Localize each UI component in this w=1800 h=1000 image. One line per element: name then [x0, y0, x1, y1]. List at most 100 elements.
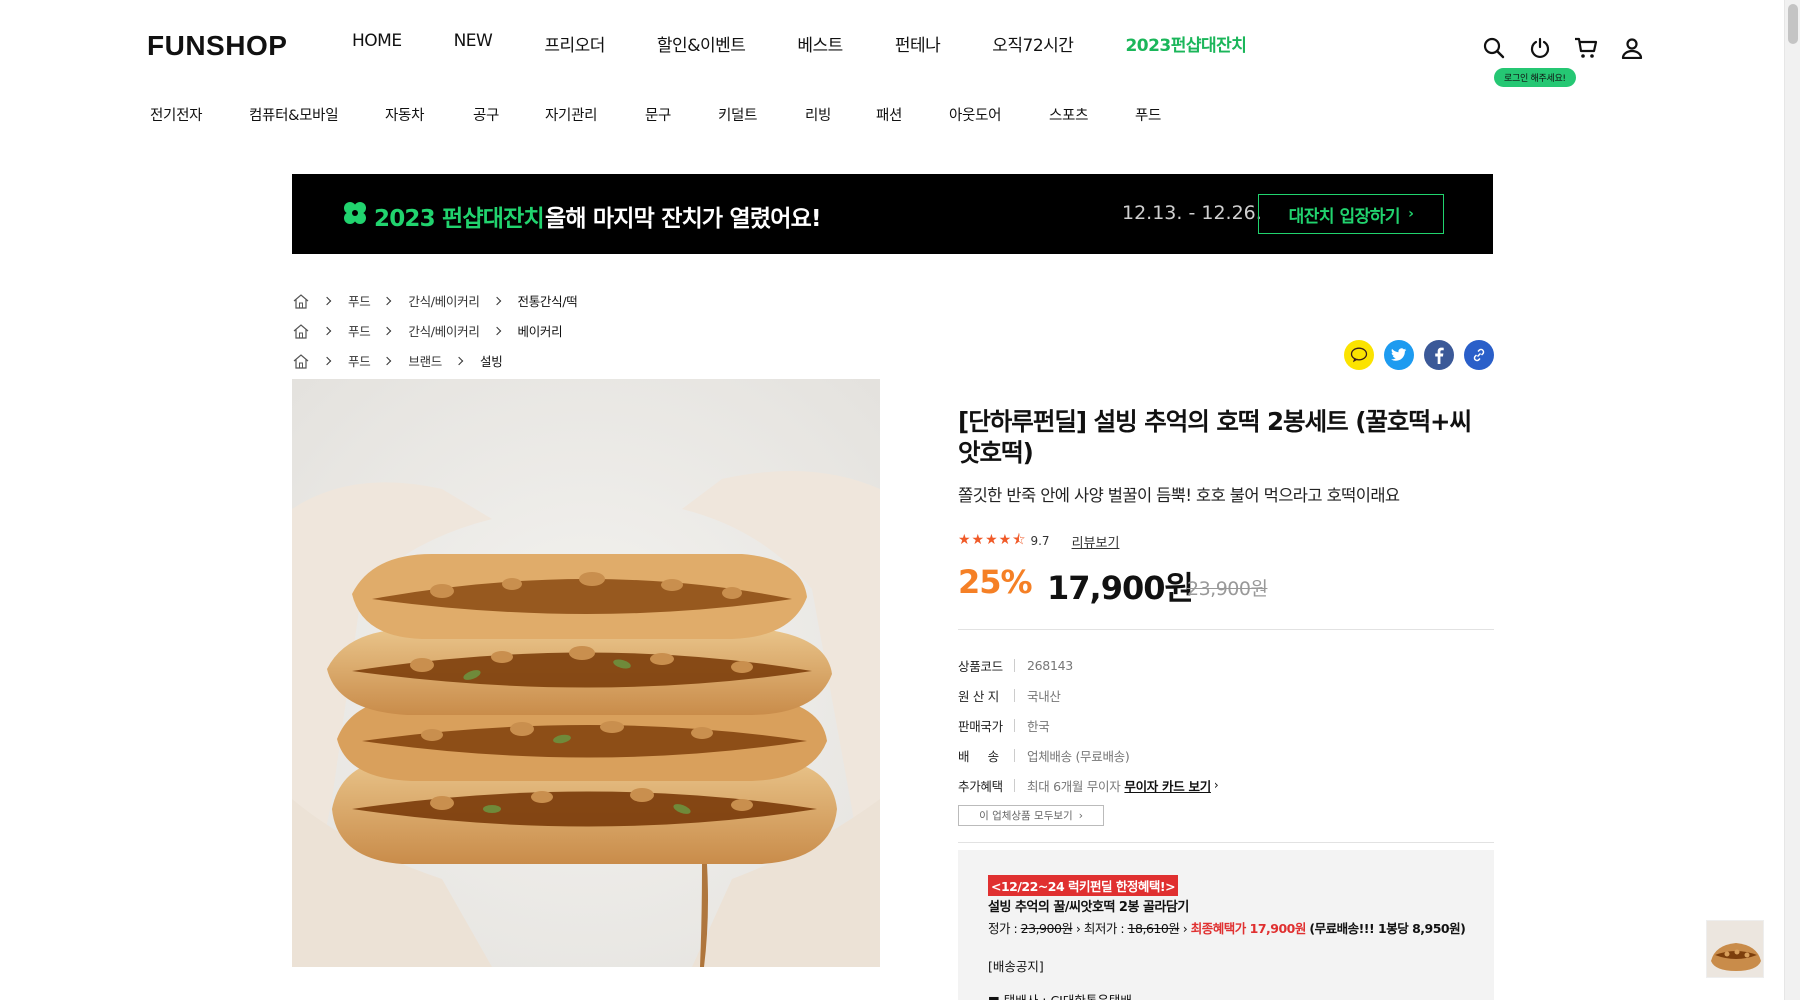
nav-best[interactable]: 베스트 [797, 31, 843, 56]
spec-key: 배 송 [958, 748, 999, 764]
review-link[interactable]: 리뷰보기 [1072, 532, 1120, 551]
spec-row: 상품코드 268143 [958, 650, 1218, 680]
breadcrumb-1-level-1[interactable]: 푸드 [348, 291, 371, 310]
category-electronics[interactable]: 전기전자 [150, 104, 249, 125]
spec-value: 최대 6개월 무이자 [1027, 778, 1121, 794]
category-living[interactable]: 리빙 [805, 104, 876, 125]
final-benefit-price: 최종혜택가 17,900원 [1190, 921, 1307, 936]
chevron-right-icon: › [1078, 809, 1083, 822]
lowest-price-label: 최저가 : [1083, 921, 1128, 936]
festival-enter-button[interactable]: 대잔치 입장하기 › [1258, 194, 1444, 234]
category-sports[interactable]: 스포츠 [1049, 104, 1135, 125]
copy-link-icon[interactable] [1464, 340, 1494, 370]
spec-key: 추가혜택 [958, 778, 1003, 794]
promo-price-line: 정가 : 23,900원 › 최저가 : 18,610원 › 최종혜택가 17,… [988, 921, 1466, 936]
spec-row: 원 산 지 국내산 [958, 680, 1218, 710]
home-icon[interactable] [292, 293, 310, 309]
utility-icons [1481, 35, 1645, 61]
banner-subtitle: 올해 마지막 잔치가 열렸어요! [545, 206, 821, 232]
spec-value: 국내산 [1027, 688, 1061, 704]
scrollbar-thumb[interactable] [1788, 4, 1798, 44]
divider [958, 842, 1494, 843]
twitter-share-icon[interactable] [1384, 340, 1414, 370]
sale-price: 17,900원 [1047, 569, 1194, 607]
category-nav: 전기전자 컴퓨터&모바일 자동차 공구 자기관리 문구 키덜트 리빙 패션 아웃… [150, 104, 1161, 125]
category-fashion[interactable]: 패션 [876, 104, 949, 125]
breadcrumb-2: 푸드 간식/베이커리 베이커리 [292, 321, 563, 340]
category-outdoor[interactable]: 아웃도어 [949, 104, 1049, 125]
product-specs: 상품코드 268143 원 산 지 국내산 판매국가 한국 배 송 업체배송 (… [958, 650, 1219, 800]
promo-notice: <12/22~24 럭키펀딜 한정혜택!> 설빙 추억의 꿀/씨앗호떡 2봉 골… [958, 850, 1494, 1000]
shipping-note: (무료배송!!! 1봉당 8,950원) [1309, 921, 1466, 936]
spec-key: 상품코드 [958, 658, 1003, 674]
category-stationery[interactable]: 문구 [645, 104, 718, 125]
spec-value: 업체배송 (무료배송) [1027, 748, 1130, 764]
banner-date: 12.13. - 12.26. [1122, 202, 1262, 224]
cart-icon[interactable] [1573, 35, 1599, 61]
promo-tag: <12/22~24 럭키펀딜 한정혜택!> [988, 875, 1179, 896]
breadcrumb-2-level-1[interactable]: 푸드 [348, 321, 371, 340]
rating-row: ★★★★⯪ 9.7 리뷰보기 [958, 529, 1119, 553]
kakao-share-icon[interactable] [1344, 340, 1374, 370]
home-icon[interactable] [292, 353, 310, 369]
breadcrumb-3-level-2[interactable]: 브랜드 [408, 351, 442, 370]
breadcrumb-2-level-2[interactable]: 간식/베이커리 [408, 321, 479, 340]
nav-72hours[interactable]: 오직72시간 [992, 31, 1074, 56]
nav-funtena[interactable]: 펀테나 [895, 31, 941, 56]
category-car[interactable]: 자동차 [385, 104, 473, 125]
spec-row: 배 송 업체배송 (무료배송) [958, 740, 1218, 770]
spec-value: 268143 [1027, 657, 1073, 673]
all-vendor-products-button[interactable]: 이 업체상품 모두보기 › [958, 805, 1104, 826]
breadcrumb-3: 푸드 브랜드 설빙 [292, 351, 503, 370]
nav-2023-festival[interactable]: 2023펀샵대잔치 [1125, 31, 1247, 56]
all-vendor-products-label: 이 업체상품 모두보기 [979, 810, 1073, 822]
nav-home[interactable]: HOME [352, 31, 402, 56]
login-badge[interactable]: 로그인 해주세요! [1494, 68, 1576, 87]
page-scrollbar[interactable] [1784, 0, 1800, 1000]
category-food[interactable]: 푸드 [1135, 104, 1161, 125]
search-icon[interactable] [1481, 35, 1507, 61]
product-description: 쫄깃한 반죽 안에 사양 벌꿀이 듬뿍! 호호 불어 먹으라고 호떡이래요 [958, 486, 1400, 505]
spec-key: 판매국가 [958, 718, 1003, 734]
user-icon[interactable] [1619, 35, 1645, 61]
recently-viewed-thumbnail[interactable] [1706, 920, 1764, 978]
festival-enter-label: 대잔치 입장하기 [1288, 206, 1401, 227]
nav-preorder[interactable]: 프리오더 [544, 31, 605, 56]
breadcrumb-1-level-3[interactable]: 전통간식/떡 [518, 291, 578, 310]
spec-key: 원 산 지 [958, 688, 999, 704]
nav-new[interactable]: NEW [454, 31, 493, 56]
spec-value: 한국 [1027, 718, 1050, 734]
breadcrumb-1: 푸드 간식/베이커리 전통간식/떡 [292, 291, 578, 310]
spec-row: 판매국가 한국 [958, 710, 1218, 740]
courier-line: ■ 택배사 : CJ대한통운택배 [988, 990, 1132, 1000]
category-computer-mobile[interactable]: 컴퓨터&모바일 [249, 104, 385, 125]
rating-score: 9.7 [1030, 534, 1050, 548]
shipping-notice-heading: [배송공지] [988, 959, 1044, 974]
lowest-price: 18,610원 [1127, 921, 1180, 936]
facebook-share-icon[interactable] [1424, 340, 1454, 370]
breadcrumb-3-level-3[interactable]: 설빙 [480, 351, 503, 370]
category-selfcare[interactable]: 자기관리 [545, 104, 645, 125]
category-kidult[interactable]: 키덜트 [718, 104, 805, 125]
star-rating-icon: ★★★★⯪ [958, 532, 1027, 548]
original-price: 23,900원 [1187, 578, 1268, 600]
chevron-right-icon: › [1408, 206, 1414, 222]
product-image[interactable] [292, 379, 880, 967]
site-logo[interactable]: FUNSHOP [147, 30, 287, 62]
banner-title: 2023 펀샵대잔치 [374, 206, 545, 232]
breadcrumb-3-level-1[interactable]: 푸드 [348, 351, 371, 370]
divider [958, 629, 1494, 630]
promo-headline: 설빙 추억의 꿀/씨앗호떡 2봉 골라담기 [988, 900, 1189, 915]
clover-icon [342, 200, 368, 230]
main-nav: HOME NEW 프리오더 할인&이벤트 베스트 펀테나 오직72시간 2023… [352, 31, 1298, 56]
category-tools[interactable]: 공구 [473, 104, 545, 125]
breadcrumb-2-level-3[interactable]: 베이커리 [518, 321, 563, 340]
discount-rate: 25% [958, 563, 1033, 601]
power-icon[interactable] [1527, 35, 1553, 61]
breadcrumb-1-level-2[interactable]: 간식/베이커리 [408, 291, 479, 310]
festival-banner[interactable]: 2023 펀샵대잔치 올해 마지막 잔치가 열렸어요! 12.13. - 12.… [292, 174, 1493, 254]
nav-sale-event[interactable]: 할인&이벤트 [657, 31, 746, 56]
interest-free-card-link[interactable]: 무이자 카드 보기 [1124, 776, 1211, 795]
regular-price: 23,900원 [1020, 921, 1073, 936]
home-icon[interactable] [292, 323, 310, 339]
